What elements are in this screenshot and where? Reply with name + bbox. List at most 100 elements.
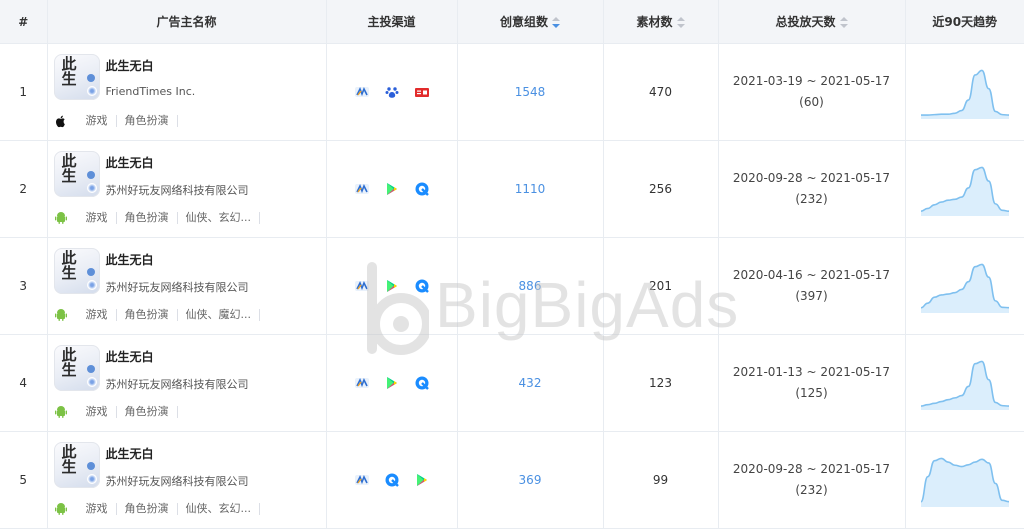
creative-groups-cell[interactable]: 886	[457, 237, 604, 335]
row-index: 4	[0, 334, 48, 432]
total-days: (125)	[795, 386, 828, 400]
app-name-link[interactable]: 此生无白	[106, 57, 154, 74]
sort-icon[interactable]	[676, 17, 685, 28]
table-row[interactable]: 5 此生 此生无白 苏州好玩友网络科技有限公司 游戏 角色扮演 仙侠、玄幻... 369 99 2…	[0, 431, 1024, 529]
header-days-label: 总投放天数	[775, 15, 836, 29]
app-logo-flower	[86, 86, 97, 96]
materials-cell: 201	[603, 237, 719, 335]
row-index: 5	[0, 431, 48, 529]
baidu-icon[interactable]	[384, 84, 400, 100]
google-play-icon[interactable]	[384, 375, 400, 391]
android-icon	[54, 503, 67, 515]
tencent-ads-icon[interactable]	[414, 278, 430, 294]
app-name-link[interactable]: 此生无白	[106, 348, 154, 365]
creative-groups-cell[interactable]: 1110	[457, 140, 604, 238]
app-name-link[interactable]: 此生无白	[106, 251, 154, 268]
app-logo[interactable]: 此生	[53, 248, 100, 294]
category-tag: 游戏	[78, 115, 117, 127]
mintegral-icon[interactable]	[354, 375, 370, 391]
app-logo[interactable]: 此生	[53, 345, 100, 391]
tag-list: 游戏 角色扮演	[54, 405, 183, 419]
table-row[interactable]: 2 此生 此生无白 苏州好玩友网络科技有限公司 游戏 角色扮演 仙侠、玄幻... 1110 25…	[0, 140, 1024, 238]
creative-groups-link[interactable]: 1110	[515, 182, 546, 196]
materials-cell: 123	[603, 334, 719, 432]
sort-icon[interactable]	[552, 17, 560, 28]
days-cell: 2020-09-28 ~ 2021-05-17 (232)	[718, 140, 906, 238]
google-play-icon[interactable]	[384, 278, 400, 294]
header-channel: 主投渠道	[326, 0, 458, 44]
header-advertiser: 广告主名称	[47, 0, 327, 44]
trend-sparkline	[920, 263, 1009, 313]
mintegral-icon[interactable]	[354, 84, 370, 100]
tag-list: 游戏 角色扮演 仙侠、魔幻...	[54, 308, 260, 322]
app-name-link[interactable]: 此生无白	[106, 445, 154, 462]
category-tag: 角色扮演	[117, 309, 178, 321]
creative-groups-cell[interactable]: 432	[457, 334, 604, 432]
date-range: 2020-09-28 ~ 2021-05-17	[732, 171, 891, 185]
tencent-ads-icon[interactable]	[384, 472, 400, 488]
creative-groups-cell[interactable]: 1548	[457, 43, 604, 141]
trend-cell	[905, 334, 1024, 432]
app-name-link[interactable]: 此生无白	[106, 154, 154, 171]
company-name[interactable]: 苏州好玩友网络科技有限公司	[106, 376, 249, 392]
table-header-row: # 广告主名称 主投渠道 创意组数 素材数 总投放天数 近90天趋势	[0, 0, 1024, 44]
mintegral-icon[interactable]	[354, 472, 370, 488]
header-materials-label: 素材数	[636, 15, 673, 29]
advertiser-cell[interactable]: 此生 此生无白 苏州好玩友网络科技有限公司 游戏 角色扮演 仙侠、玄幻...	[47, 431, 327, 529]
app-logo[interactable]: 此生	[53, 442, 100, 488]
creative-groups-link[interactable]: 886	[519, 279, 542, 293]
advertiser-cell[interactable]: 此生 此生无白苏州好玩友网络科技有限公司游戏 角色扮演 仙侠、魔幻...	[47, 237, 327, 335]
category-tag: 游戏	[78, 406, 117, 418]
app-logo-flower	[86, 280, 97, 290]
total-days: (60)	[799, 95, 824, 109]
tencent-ads-icon[interactable]	[414, 181, 430, 197]
advertiser-cell[interactable]: 此生 此生无白苏州好玩友网络科技有限公司游戏 角色扮演	[47, 334, 327, 432]
app-logo-seal	[86, 74, 95, 82]
google-play-icon[interactable]	[414, 472, 430, 488]
header-days[interactable]: 总投放天数	[718, 0, 906, 44]
advertiser-cell[interactable]: 此生 此生无白苏州好玩友网络科技有限公司游戏 角色扮演 仙侠、玄幻...	[47, 140, 327, 238]
trend-cell	[905, 431, 1024, 529]
app-logo-art: 此生	[59, 153, 78, 183]
creative-groups-cell[interactable]: 369	[457, 431, 604, 529]
days-cell: 2021-03-19 ~ 2021-05-17 (60)	[718, 43, 906, 141]
company-name[interactable]: 苏州好玩友网络科技有限公司	[106, 279, 249, 295]
android-icon	[54, 212, 67, 224]
days-cell: 2021-01-13 ~ 2021-05-17 (125)	[718, 334, 906, 432]
mintegral-icon[interactable]	[354, 278, 370, 294]
tencent-ads-icon[interactable]	[414, 375, 430, 391]
app-logo[interactable]: 此生	[53, 54, 100, 100]
tag-list: 游戏 角色扮演 仙侠、玄幻...	[54, 211, 260, 225]
category-tag: 仙侠、魔幻...	[178, 309, 260, 321]
date-range: 2020-09-28 ~ 2021-05-17	[732, 462, 891, 476]
advertiser-table: # 广告主名称 主投渠道 创意组数 素材数 总投放天数 近90天趋势 1 此生 此生…	[0, 0, 1024, 529]
app-logo-art: 此生	[59, 347, 78, 377]
company-name[interactable]: FriendTimes Inc.	[106, 85, 196, 98]
materials-cell: 256	[603, 140, 719, 238]
table-row[interactable]: 4 此生 此生无白苏州好玩友网络科技有限公司游戏 角色扮演 432 123 2021-01-…	[0, 334, 1024, 432]
company-name[interactable]: 苏州好玩友网络科技有限公司	[106, 473, 249, 489]
app-logo-seal	[86, 462, 95, 470]
creative-groups-link[interactable]: 369	[519, 473, 542, 487]
app-logo[interactable]: 此生	[53, 151, 100, 197]
sort-icon[interactable]	[839, 17, 848, 28]
toutiao-icon[interactable]	[414, 84, 430, 100]
category-tag: 角色扮演	[117, 406, 178, 418]
header-creative-groups[interactable]: 创意组数	[457, 0, 604, 44]
mintegral-icon[interactable]	[354, 181, 370, 197]
table-row[interactable]: 3 此生 此生无白 苏州好玩友网络科技有限公司 游戏 角色扮演 仙侠、魔幻... 886 201…	[0, 237, 1024, 335]
header-materials[interactable]: 素材数	[603, 0, 719, 44]
category-tag: 仙侠、玄幻...	[178, 503, 260, 515]
advertiser-cell[interactable]: 此生 此生无白 FriendTimes Inc. 游戏 角色扮演	[47, 43, 327, 141]
company-name[interactable]: 苏州好玩友网络科技有限公司	[106, 182, 249, 198]
creative-groups-link[interactable]: 1548	[515, 85, 546, 99]
table-row[interactable]: 1 此生 此生无白 FriendTimes Inc. 游戏 角色扮演 1548 470 2021…	[0, 43, 1024, 141]
creative-groups-link[interactable]: 432	[519, 376, 542, 390]
materials-cell: 99	[603, 431, 719, 529]
trend-cell	[905, 237, 1024, 335]
category-tag: 游戏	[78, 309, 117, 321]
header-index: #	[0, 0, 48, 44]
google-play-icon[interactable]	[384, 181, 400, 197]
trend-sparkline	[920, 166, 1009, 216]
apple-icon	[55, 115, 65, 128]
